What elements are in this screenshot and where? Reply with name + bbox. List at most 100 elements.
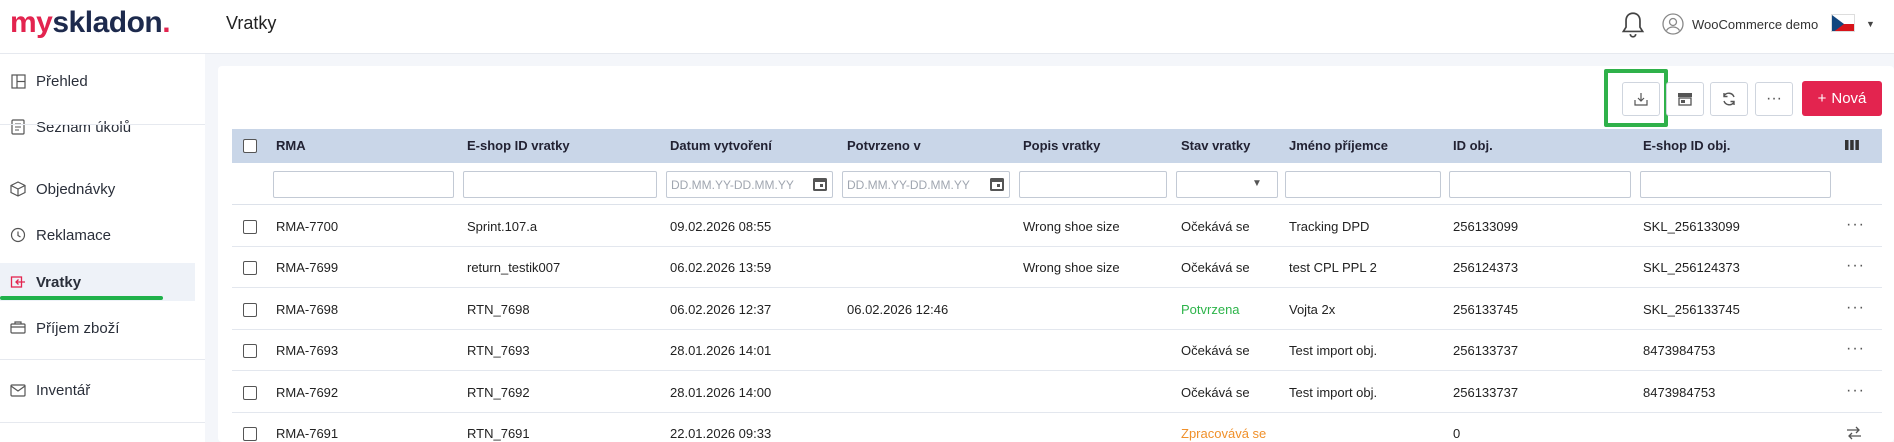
filter-eshop-order-id-input[interactable] bbox=[1640, 171, 1831, 198]
row-checkbox[interactable] bbox=[243, 220, 257, 234]
sidebar-item-label: Vratky bbox=[36, 273, 82, 291]
row-actions-icon[interactable]: ··· bbox=[1846, 216, 1865, 234]
czech-flag-icon[interactable] bbox=[1831, 14, 1855, 32]
row-checkbox[interactable] bbox=[243, 427, 257, 441]
user-avatar-icon bbox=[1662, 13, 1684, 35]
cell-rma: RMA-7691 bbox=[276, 426, 339, 441]
row-actions-icon[interactable]: ··· bbox=[1846, 382, 1865, 400]
cell-order-id: 256124373 bbox=[1453, 260, 1519, 275]
filter-eshop-id-input[interactable] bbox=[463, 171, 657, 198]
plus-icon: + bbox=[1817, 90, 1827, 107]
sidebar-item-label: Seznam úkolů bbox=[36, 118, 132, 136]
column-header-order-id[interactable]: ID obj. bbox=[1453, 138, 1493, 153]
sidebar-item-reklamace[interactable]: Reklamace bbox=[0, 216, 195, 254]
brand-logo[interactable]: myskladon. bbox=[10, 6, 171, 40]
row-actions-icon[interactable]: ··· bbox=[1846, 299, 1865, 317]
calendar-icon[interactable] bbox=[811, 175, 829, 193]
cell-description: Wrong shoe size bbox=[1023, 260, 1120, 275]
task-list-icon bbox=[10, 119, 26, 135]
sidebar-item-objednavky[interactable]: Objednávky bbox=[0, 170, 195, 208]
row-actions-icon[interactable]: ··· bbox=[1846, 257, 1865, 275]
refresh-button[interactable] bbox=[1710, 82, 1748, 116]
column-header-rma[interactable]: RMA bbox=[276, 138, 306, 153]
columns-icon[interactable] bbox=[1844, 138, 1860, 152]
filter-description-input[interactable] bbox=[1019, 171, 1167, 198]
filter-created-input[interactable] bbox=[666, 171, 833, 198]
cell-status: Očekává se bbox=[1181, 385, 1250, 400]
row-checkbox[interactable] bbox=[243, 261, 257, 275]
column-header-eshop-id[interactable]: E-shop ID vratky bbox=[467, 138, 570, 153]
sidebar-item-prehled[interactable]: Přehled bbox=[0, 62, 195, 100]
row-checkbox[interactable] bbox=[243, 303, 257, 317]
column-header-eshop-order-id[interactable]: E-shop ID obj. bbox=[1643, 138, 1730, 153]
cell-eshop-order-id: 8473984753 bbox=[1643, 385, 1716, 400]
new-return-button[interactable]: + Nová bbox=[1802, 81, 1882, 116]
row-checkbox[interactable] bbox=[243, 344, 257, 358]
calendar-icon[interactable] bbox=[988, 175, 1006, 193]
cell-created: 06.02.2026 12:37 bbox=[670, 302, 772, 317]
cell-eshop-order-id: 8473984753 bbox=[1643, 343, 1716, 358]
cell-status: Zpracovává se bbox=[1181, 426, 1267, 441]
sidebar-item-label: Příjem zboží bbox=[36, 319, 120, 337]
cell-recipient: test CPL PPL 2 bbox=[1289, 260, 1377, 275]
sidebar-item-label: Přehled bbox=[36, 72, 88, 90]
user-name: WooCommerce demo bbox=[1692, 16, 1819, 32]
inventory-icon bbox=[10, 382, 26, 398]
highlight-frame bbox=[1604, 69, 1668, 127]
filter-confirmed-input[interactable] bbox=[842, 171, 1010, 198]
cell-order-id: 256133737 bbox=[1453, 343, 1519, 358]
cell-order-id: 256133745 bbox=[1453, 302, 1519, 317]
divider bbox=[0, 359, 205, 360]
sidebar-item-seznam-ukolu[interactable]: Seznam úkolů bbox=[0, 108, 195, 146]
row-actions-icon[interactable]: ··· bbox=[1846, 340, 1865, 358]
bell-icon[interactable] bbox=[1620, 10, 1646, 40]
cell-eshop-id: RTN_7692 bbox=[467, 385, 530, 400]
column-header-created[interactable]: Datum vytvoření bbox=[670, 138, 772, 153]
language-caret-icon[interactable]: ▼ bbox=[1866, 19, 1875, 29]
sidebar-item-label: Reklamace bbox=[36, 226, 112, 244]
cell-eshop-id: return_testik007 bbox=[467, 260, 561, 275]
return-action-icon[interactable] bbox=[1845, 425, 1863, 441]
column-header-description[interactable]: Popis vratky bbox=[1023, 138, 1100, 153]
cell-confirmed: 06.02.2026 12:46 bbox=[847, 302, 949, 317]
filter-order-id-input[interactable] bbox=[1449, 171, 1631, 198]
column-header-status[interactable]: Stav vratky bbox=[1181, 138, 1250, 153]
divider bbox=[0, 422, 205, 423]
page-title: Vratky bbox=[226, 13, 277, 33]
more-options-button[interactable]: ··· bbox=[1755, 82, 1793, 116]
cell-rma: RMA-7699 bbox=[276, 260, 339, 275]
cell-recipient: Test import obj. bbox=[1289, 385, 1378, 400]
filter-recipient-input[interactable] bbox=[1285, 171, 1441, 198]
dashboard-icon bbox=[10, 73, 26, 89]
column-header-confirmed[interactable]: Potvrzeno v bbox=[847, 138, 921, 153]
complaint-icon bbox=[10, 227, 26, 243]
column-header-recipient[interactable]: Jméno příjemce bbox=[1289, 138, 1388, 153]
active-indicator bbox=[0, 296, 163, 300]
cell-status: Potvrzena bbox=[1181, 302, 1240, 317]
row-checkbox[interactable] bbox=[243, 386, 257, 400]
cell-eshop-order-id: SKL_256124373 bbox=[1643, 260, 1740, 275]
sidebar-item-inventar[interactable]: Inventář bbox=[0, 371, 195, 409]
cell-rma: RMA-7700 bbox=[276, 219, 339, 234]
cell-created: 09.02.2026 08:55 bbox=[670, 219, 772, 234]
cell-status: Očekává se bbox=[1181, 260, 1250, 275]
truck-icon bbox=[10, 320, 26, 336]
sidebar-item-prijem-zbozi[interactable]: Příjem zboží bbox=[0, 309, 195, 347]
cell-eshop-id: RTN_7693 bbox=[467, 343, 530, 358]
return-icon bbox=[10, 274, 26, 290]
cell-created: 28.01.2026 14:01 bbox=[670, 343, 772, 358]
select-all-checkbox[interactable] bbox=[243, 139, 257, 153]
sidebar: Přehled Seznam úkolů Objednávky Reklamac… bbox=[0, 54, 205, 442]
new-button-label: Nová bbox=[1831, 90, 1867, 107]
cell-order-id: 0 bbox=[1453, 426, 1461, 441]
top-bar: myskladon. Vratky WooCommerce demo ▼ bbox=[0, 0, 1894, 54]
cell-eshop-order-id: SKL_256133099 bbox=[1643, 219, 1740, 234]
filter-rma-input[interactable] bbox=[273, 171, 454, 198]
cell-created: 28.01.2026 14:00 bbox=[670, 385, 772, 400]
user-menu[interactable]: WooCommerce demo bbox=[1662, 12, 1818, 36]
filter-status-select[interactable] bbox=[1176, 171, 1278, 198]
chevron-down-icon[interactable]: ▼ bbox=[1252, 178, 1262, 189]
cell-recipient: Vojta 2x bbox=[1289, 302, 1336, 317]
box-icon bbox=[10, 181, 26, 197]
warehouse-button[interactable] bbox=[1666, 82, 1704, 116]
